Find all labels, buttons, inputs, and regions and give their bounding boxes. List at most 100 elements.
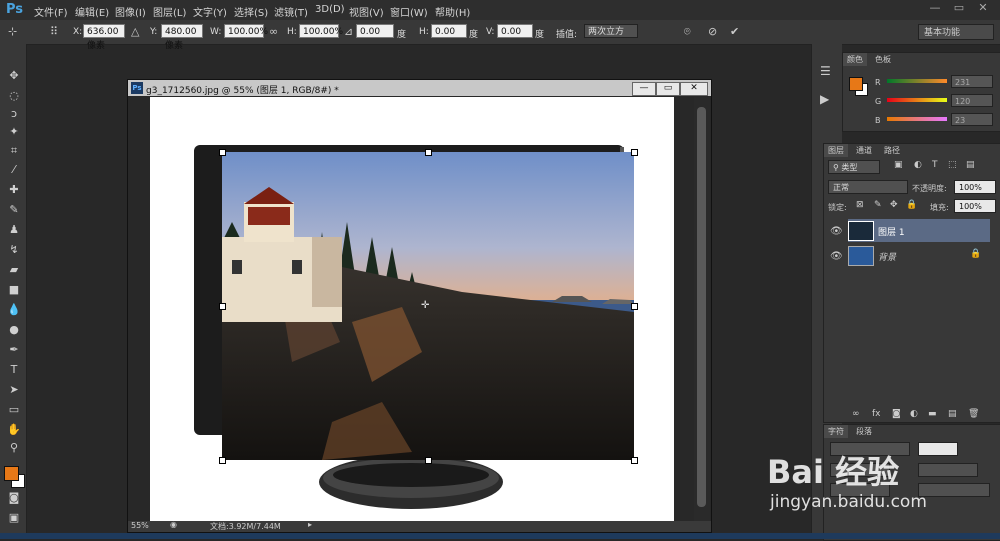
pen-tool-icon[interactable]: ✒ xyxy=(6,342,22,358)
layer-style-icon[interactable]: fx xyxy=(872,409,881,419)
new-layer-icon[interactable]: ▤ xyxy=(948,409,957,419)
tab-paths[interactable]: 路径 xyxy=(880,144,904,157)
new-group-icon[interactable]: ▬ xyxy=(928,409,937,419)
b-slider[interactable] xyxy=(887,117,947,121)
reference-point-icon[interactable]: ⠿ xyxy=(50,25,58,38)
screen-mode-icon[interactable]: ▣ xyxy=(6,510,22,526)
leading-select[interactable] xyxy=(918,463,978,477)
blend-mode-select[interactable]: 正常 xyxy=(828,180,908,194)
tab-channels[interactable]: 通道 xyxy=(852,144,876,157)
rectangle-tool-icon[interactable]: ▭ xyxy=(6,402,22,418)
add-mask-icon[interactable]: ◙ xyxy=(892,409,901,419)
move-tool-icon[interactable]: ✥ xyxy=(6,68,22,84)
menu-3d[interactable]: 3D(D) xyxy=(315,4,345,15)
commit-transform-icon[interactable]: ✔ xyxy=(730,25,739,38)
width-input[interactable]: 100.00% xyxy=(224,24,268,38)
history-panel-icon[interactable]: ☰ xyxy=(820,64,831,78)
filter-adjustment-icon[interactable]: ◐ xyxy=(914,160,922,170)
status-icon[interactable]: ◉ xyxy=(170,520,177,529)
layer-1-visibility-eye-icon[interactable]: 👁 xyxy=(830,226,843,237)
magic-wand-tool-icon[interactable]: ✦ xyxy=(6,124,22,140)
history-brush-tool-icon[interactable]: ↯ xyxy=(6,242,22,258)
layer-kind-filter[interactable]: ⚲ 类型 xyxy=(828,160,880,174)
document-title-bar[interactable]: Ps g3_1712560.jpg @ 55% (图层 1, RGB/8#) *… xyxy=(128,80,711,96)
menu-layer[interactable]: 图层(L) xyxy=(153,4,186,19)
rotate-input[interactable]: 0.00 xyxy=(356,24,394,38)
transform-handle-l[interactable] xyxy=(219,303,226,310)
tab-paragraph[interactable]: 段落 xyxy=(852,425,876,438)
transform-handle-b[interactable] xyxy=(425,457,432,464)
x-input[interactable]: 636.00 像素 xyxy=(83,24,125,51)
filter-shape-icon[interactable]: ⬚ xyxy=(948,160,957,170)
tab-swatches[interactable]: 色板 xyxy=(871,53,895,66)
g-slider[interactable] xyxy=(887,98,947,102)
delete-layer-icon[interactable]: 🗑 xyxy=(968,409,979,419)
y-input[interactable]: 480.00 像素 xyxy=(161,24,203,51)
path-selection-tool-icon[interactable]: ➤ xyxy=(6,382,22,398)
lock-transparent-icon[interactable]: ⊠ xyxy=(856,200,864,210)
close-button[interactable]: ✕ xyxy=(970,1,996,15)
tracking-select[interactable] xyxy=(918,483,990,497)
gradient-tool-icon[interactable]: ■ xyxy=(6,282,22,298)
eraser-tool-icon[interactable]: ▰ xyxy=(6,262,22,278)
panel-foreground-swatch-front[interactable] xyxy=(849,77,863,91)
lock-all-icon[interactable]: 🔒 xyxy=(906,200,917,210)
opacity-input[interactable]: 100% xyxy=(954,180,996,194)
r-slider[interactable] xyxy=(887,79,947,83)
link-icon[interactable]: ∞ xyxy=(269,25,278,38)
menu-image[interactable]: 图像(I) xyxy=(115,4,146,19)
cancel-transform-icon[interactable]: ⊘ xyxy=(708,25,717,38)
dodge-tool-icon[interactable]: ● xyxy=(6,322,22,338)
doc-restore-button[interactable]: ▭ xyxy=(656,82,680,96)
layer-row-background[interactable]: 背景 🔒 xyxy=(848,244,990,267)
canvas[interactable]: ✛ xyxy=(150,97,674,521)
transform-handle-tr[interactable] xyxy=(631,149,638,156)
layer-row-layer-1[interactable]: 图层 1 xyxy=(848,219,990,242)
doc-close-button[interactable]: ✕ xyxy=(680,82,708,96)
menu-file[interactable]: 文件(F) xyxy=(34,4,68,19)
background-visibility-eye-icon[interactable]: 👁 xyxy=(830,251,843,262)
zoom-tool-icon[interactable]: ⚲ xyxy=(6,440,22,456)
menu-view[interactable]: 视图(V) xyxy=(349,4,384,19)
transform-handle-r[interactable] xyxy=(631,303,638,310)
healing-brush-tool-icon[interactable]: ✚ xyxy=(6,182,22,198)
font-style-select[interactable] xyxy=(918,442,958,456)
lock-position-icon[interactable]: ✥ xyxy=(890,200,898,210)
delta-icon[interactable]: △ xyxy=(131,25,139,38)
vertical-scrollbar[interactable] xyxy=(694,97,710,521)
clone-stamp-tool-icon[interactable]: ♟ xyxy=(6,222,22,238)
transform-handle-tl[interactable] xyxy=(219,149,226,156)
eyedropper-tool-icon[interactable]: ⁄ xyxy=(6,162,22,178)
vertical-scroll-thumb[interactable] xyxy=(697,107,706,507)
transform-handle-t[interactable] xyxy=(425,149,432,156)
link-layers-icon[interactable]: ∞ xyxy=(852,409,860,419)
vskew-input[interactable]: 0.00 xyxy=(497,24,533,38)
quick-mask-icon[interactable]: ◙ xyxy=(6,490,22,506)
menu-filter[interactable]: 滤镜(T) xyxy=(274,4,308,19)
menu-edit[interactable]: 编辑(E) xyxy=(75,4,109,19)
lasso-tool-icon[interactable]: ↄ xyxy=(6,106,22,122)
interpolation-select[interactable]: 两次立方 xyxy=(584,24,638,38)
tab-layers[interactable]: 图层 xyxy=(824,144,848,157)
menu-type[interactable]: 文字(Y) xyxy=(193,4,227,19)
fill-input[interactable]: 100% xyxy=(954,199,996,213)
brush-tool-icon[interactable]: ✎ xyxy=(6,202,22,218)
filter-smart-icon[interactable]: ▤ xyxy=(966,160,975,170)
warp-icon[interactable]: ⌾ xyxy=(684,25,691,39)
marquee-tool-icon[interactable]: ◌ xyxy=(6,88,22,104)
restore-button[interactable]: ▭ xyxy=(946,1,972,15)
tab-color[interactable]: 颜色 xyxy=(843,53,867,66)
b-value[interactable]: 23 xyxy=(951,113,993,126)
zoom-level[interactable]: 55% xyxy=(131,521,149,530)
menu-select[interactable]: 选择(S) xyxy=(234,4,268,19)
height-input[interactable]: 100.00% xyxy=(299,24,343,38)
lock-pixels-icon[interactable]: ✎ xyxy=(874,200,882,210)
status-menu-arrow-icon[interactable]: ▸ xyxy=(308,520,312,529)
actions-panel-icon[interactable]: ▶ xyxy=(820,92,829,106)
hskew-input[interactable]: 0.00 xyxy=(431,24,467,38)
blur-tool-icon[interactable]: 💧 xyxy=(6,302,22,318)
crop-tool-icon[interactable]: ⌗ xyxy=(6,143,22,159)
transform-handle-br[interactable] xyxy=(631,457,638,464)
filter-type-icon[interactable]: T xyxy=(932,160,938,170)
menu-help[interactable]: 帮助(H) xyxy=(435,4,470,19)
